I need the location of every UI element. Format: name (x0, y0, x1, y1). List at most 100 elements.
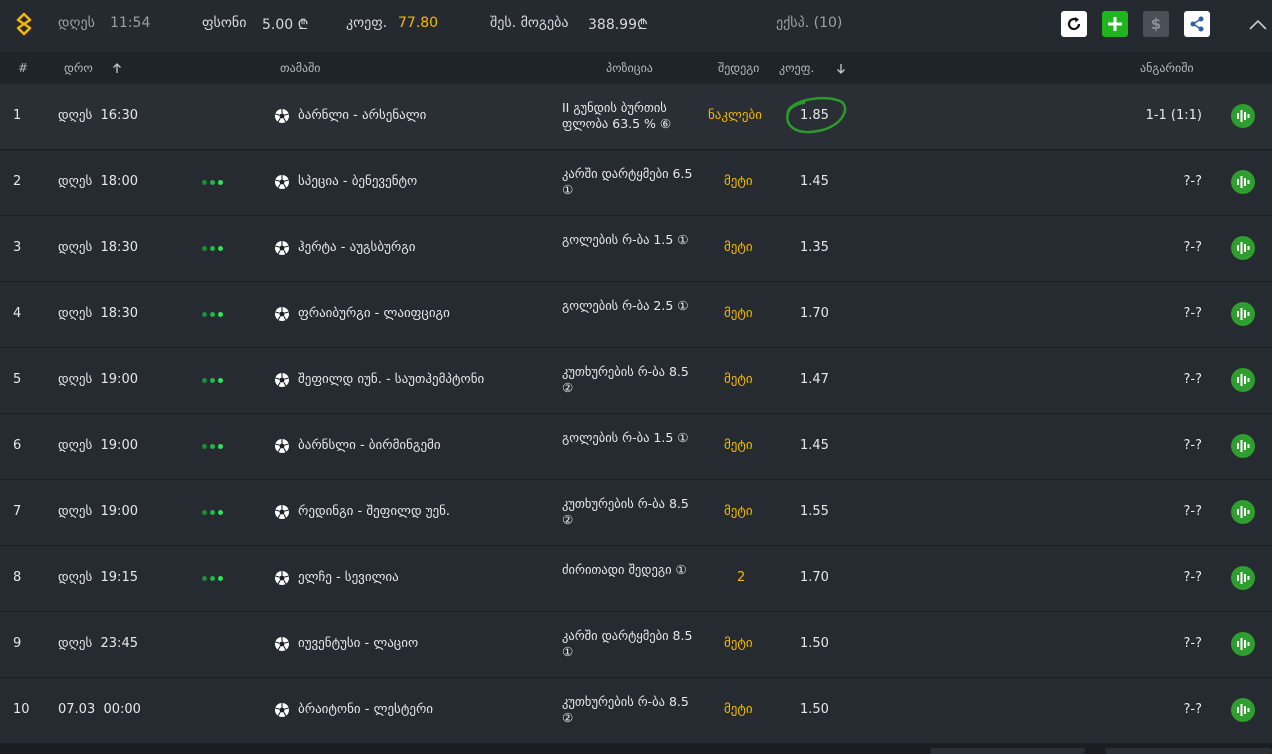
game-name[interactable]: სპეცია - ბენევენტო (298, 174, 417, 189)
bet-odds: 1.70 (800, 306, 829, 321)
match-score: ?-? (1183, 174, 1203, 189)
row-date: დღეს 18:30 (58, 306, 138, 321)
row-date: დღეს 19:00 (58, 504, 138, 519)
live-indicator-icon (202, 246, 230, 252)
refresh-button[interactable] (1061, 11, 1087, 37)
table-row[interactable]: 7 დღეს 19:00 რედინგი - შეფილდ უენ. კუთხურებ… (0, 480, 1272, 546)
table-row[interactable]: 9 დღეს 23:45 იუვენტუსი - ლაციო კარში დარტყმ… (0, 612, 1272, 678)
chevron-up-icon[interactable] (1248, 17, 1268, 31)
stats-button[interactable] (1231, 434, 1255, 458)
football-icon (275, 307, 289, 321)
bet-outcome: მეტი (724, 306, 753, 321)
bet-position: გოლების რ-ბა 2.5 ① (562, 298, 689, 313)
table-row[interactable]: 10 07.03 00:00 ბრაიტონი - ლესტერი კუთხურები… (0, 678, 1272, 744)
game-name[interactable]: იუვენტუსი - ლაციო (298, 636, 418, 651)
game-name[interactable]: ელჩე - სევილია (298, 570, 399, 585)
stats-button[interactable] (1231, 566, 1255, 590)
bottom-tab-left[interactable] (930, 748, 1085, 754)
game-name[interactable]: ბრაიტონი - ლესტერი (298, 702, 433, 717)
share-icon (1190, 16, 1204, 32)
stats-icon (1237, 176, 1250, 188)
row-number: 10 (13, 702, 30, 717)
match-score: ?-? (1183, 570, 1203, 585)
row-date: დღეს 19:15 (58, 570, 138, 585)
stake-label: ფსონი (202, 15, 247, 31)
row-date: დღეს 18:30 (58, 240, 138, 255)
football-icon (275, 109, 289, 123)
column-time[interactable]: დრო (64, 61, 93, 75)
stats-button[interactable] (1231, 632, 1255, 656)
live-indicator-icon (202, 510, 230, 516)
football-icon (275, 571, 289, 585)
payout-label: შეს. მოგება (490, 15, 569, 31)
stats-icon (1237, 506, 1250, 518)
match-score: ?-? (1183, 306, 1203, 321)
table-row[interactable]: 6 დღეს 19:00 ბარნსლი - ბირმინგემი გოლების რ… (0, 414, 1272, 480)
column-settlement: ანგარიში (1140, 61, 1194, 75)
bet-odds: 1.35 (800, 240, 829, 255)
football-icon (275, 373, 289, 387)
stats-icon (1237, 110, 1250, 122)
row-number: 3 (13, 240, 22, 255)
row-date: დღეს 19:00 (58, 372, 138, 387)
stats-button[interactable] (1231, 104, 1255, 128)
stats-button[interactable] (1231, 698, 1255, 722)
match-score: ?-? (1183, 438, 1203, 453)
game-name[interactable]: ფრაიბურგი - ლაიფციგი (298, 306, 450, 321)
bottom-tab-right[interactable] (1105, 748, 1272, 754)
bet-position: კუთხურების რ-ბა 8.5 ② (562, 694, 689, 725)
football-icon (275, 241, 289, 255)
column-odds[interactable]: კოეფ. (779, 61, 814, 75)
live-indicator-icon (202, 444, 230, 450)
stats-icon (1237, 440, 1250, 452)
table-row[interactable]: 5 დღეს 19:00 შეფილდ იუნ. - საუთჰემპტონი კუთ… (0, 348, 1272, 414)
stats-icon (1237, 638, 1250, 650)
table-row[interactable]: 1 დღეს 16:30 ბარნლი - არსენალი II გუნდის ბუ… (0, 84, 1272, 150)
stats-icon (1237, 704, 1250, 716)
stats-icon (1237, 572, 1250, 584)
row-number: 6 (13, 438, 22, 453)
live-indicator-icon (202, 180, 230, 186)
table-row[interactable]: 8 დღეს 19:15 ელჩე - სევილია ძირითადი შედეგი… (0, 546, 1272, 612)
highlight-circle-mark (786, 96, 847, 134)
express-count: ექსპ. (10) (776, 15, 843, 31)
sort-down-icon[interactable] (836, 63, 846, 74)
row-date: დღეს 19:00 (58, 438, 138, 453)
share-button[interactable] (1184, 11, 1210, 37)
stats-button[interactable] (1231, 236, 1255, 260)
row-number: 9 (13, 636, 22, 651)
bet-odds: 1.55 (800, 504, 829, 519)
table-row[interactable]: 4 დღეს 18:30 ფრაიბურგი - ლაიფციგი გოლების რ… (0, 282, 1272, 348)
football-icon (275, 505, 289, 519)
table-row[interactable]: 2 დღეს 18:00 სპეცია - ბენევენტო კარში დარტყ… (0, 150, 1272, 216)
table-row[interactable]: 3 დღეს 18:30 ჰერტა - აუგსბურგი გოლების რ-ბა… (0, 216, 1272, 282)
game-name[interactable]: ბარნსლი - ბირმინგემი (298, 438, 441, 453)
bet-outcome: მეტი (724, 636, 753, 651)
add-button[interactable] (1102, 11, 1128, 37)
bet-position: კარში დარტყმები 8.5 ① (562, 628, 693, 659)
match-score: ?-? (1183, 504, 1203, 519)
bet-outcome: მეტი (724, 240, 753, 255)
game-name[interactable]: ბარნლი - არსენალი (298, 108, 426, 123)
game-name[interactable]: შეფილდ იუნ. - საუთჰემპტონი (298, 372, 484, 387)
stats-button[interactable] (1231, 302, 1255, 326)
bet-position: კარში დარტყმები 6.5 ① (562, 166, 693, 197)
row-number: 8 (13, 570, 22, 585)
cashout-button[interactable]: $ (1143, 11, 1169, 37)
game-name[interactable]: ჰერტა - აუგსბურგი (298, 240, 416, 255)
sort-up-icon[interactable] (112, 63, 122, 74)
column-outcome: შედეგი (718, 61, 760, 75)
bet-outcome: ნაკლები (708, 108, 762, 123)
row-date: დღეს 16:30 (58, 108, 138, 123)
stats-button[interactable] (1231, 500, 1255, 524)
column-position: პოზიცია (606, 61, 653, 75)
game-name[interactable]: რედინგი - შეფილდ უენ. (298, 504, 450, 519)
stats-button[interactable] (1231, 170, 1255, 194)
column-number: # (18, 61, 29, 75)
current-day: დღეს (58, 15, 95, 31)
bet-odds: 1.50 (800, 636, 829, 651)
dollar-icon: $ (1151, 15, 1161, 33)
bet-position: ძირითადი შედეგი ① (562, 562, 687, 577)
stats-button[interactable] (1231, 368, 1255, 392)
row-number: 7 (13, 504, 22, 519)
